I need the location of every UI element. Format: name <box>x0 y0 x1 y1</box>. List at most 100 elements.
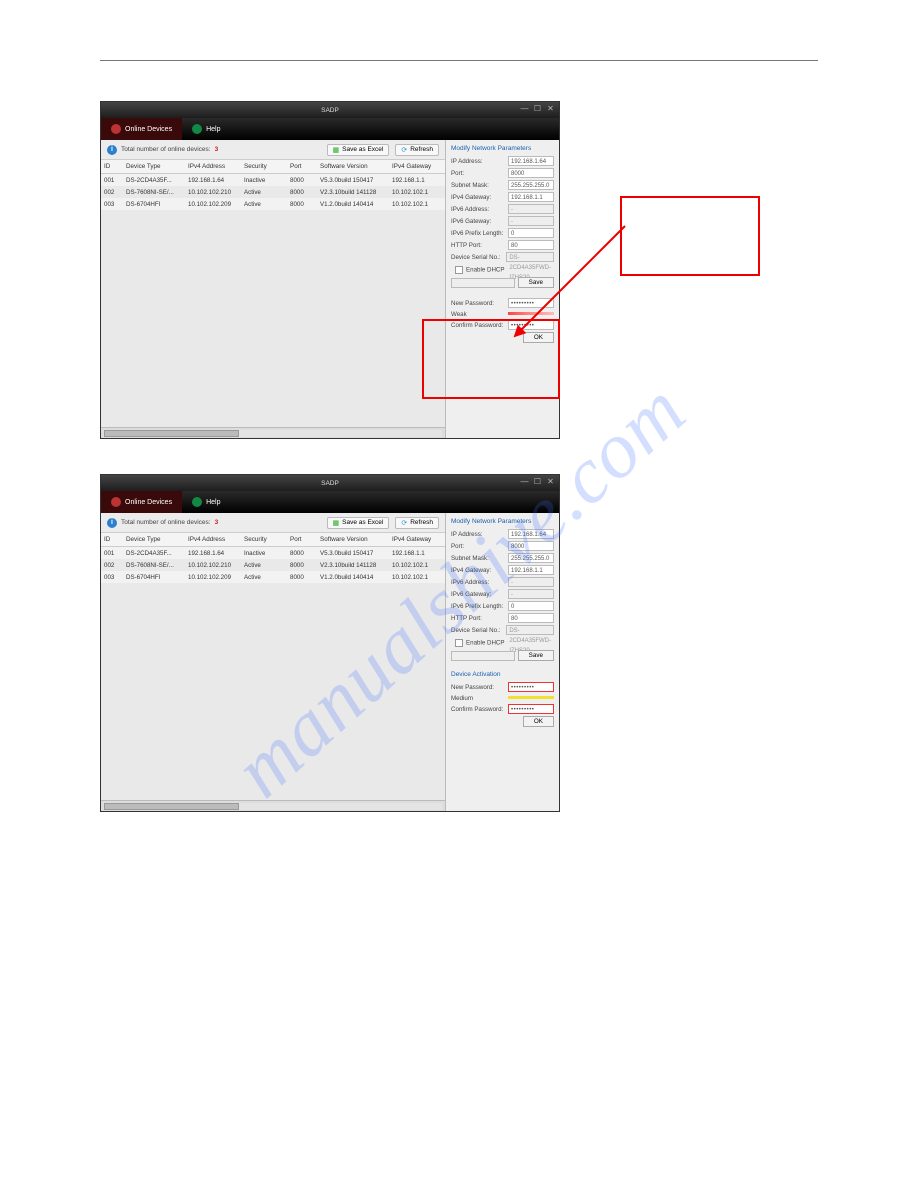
scroll-thumb[interactable] <box>104 803 239 810</box>
save-as-excel-button[interactable]: ▦ Save as Excel <box>327 517 390 529</box>
device-activation-section: Device Activation New Password:•••••••••… <box>451 671 554 727</box>
col-gw[interactable]: IPv4 Gateway <box>389 536 445 543</box>
horizontal-scrollbar[interactable] <box>101 427 445 438</box>
table-header: ID Device Type IPv4 Address Security Por… <box>101 533 445 547</box>
maximize-icon[interactable]: ☐ <box>533 104 542 113</box>
col-type[interactable]: Device Type <box>123 163 185 170</box>
help-icon <box>192 497 202 507</box>
device-list-pane: i Total number of online devices: 3 ▦ Sa… <box>101 513 446 811</box>
col-sec[interactable]: Security <box>241 163 287 170</box>
refresh-button[interactable]: ⟳ Refresh <box>395 517 439 529</box>
ipv6-gateway-input[interactable]: - <box>508 589 554 599</box>
col-port[interactable]: Port <box>287 163 317 170</box>
annotation-callout-box <box>620 196 760 276</box>
horizontal-scrollbar[interactable] <box>101 800 445 811</box>
new-password-input[interactable]: ••••••••• <box>508 298 554 308</box>
device-count: 3 <box>215 519 219 526</box>
http-port-input[interactable]: 80 <box>508 613 554 623</box>
new-password-input[interactable]: ••••••••• <box>508 682 554 692</box>
side-title: Modify Network Parameters <box>451 145 554 152</box>
ipv6-gateway-input[interactable]: - <box>508 216 554 226</box>
tab-online-devices[interactable]: Online Devices <box>101 118 182 140</box>
ipv6-input[interactable]: - <box>508 204 554 214</box>
table-row[interactable]: 003 DS-6704HFI 10.102.102.209 Active 800… <box>101 571 445 583</box>
ipv6-input[interactable]: - <box>508 577 554 587</box>
side-title: Modify Network Parameters <box>451 518 554 525</box>
confirm-password-input[interactable]: ••••••••• <box>508 320 554 330</box>
close-icon[interactable]: ✕ <box>546 477 555 486</box>
strength-label: Medium <box>451 695 505 702</box>
ipv6-prefix-input[interactable]: 0 <box>508 228 554 238</box>
network-params-pane: Modify Network Parameters IP Address:192… <box>446 513 559 811</box>
ipv6-prefix-input[interactable]: 0 <box>508 601 554 611</box>
port-input[interactable]: 8000 <box>508 168 554 178</box>
minimize-icon[interactable]: — <box>520 477 529 486</box>
table-row[interactable]: 002 DS-7608NI-SE/... 10.102.102.210 Acti… <box>101 186 445 198</box>
subnet-input[interactable]: 255.255.255.0 <box>508 553 554 563</box>
confirm-password-input[interactable]: ••••••••• <box>508 704 554 714</box>
tab-bar: Online Devices Help <box>101 118 559 140</box>
tab-bar: Online Devices Help <box>101 491 559 513</box>
tab-help[interactable]: Help <box>182 118 230 140</box>
tab-online-devices[interactable]: Online Devices <box>101 491 182 513</box>
help-icon <box>192 124 202 134</box>
ip-input[interactable]: 192.168.1.64 <box>508 156 554 166</box>
sadp-window: SADP — ☐ ✕ Online Devices Help i <box>100 474 560 812</box>
button-label: Refresh <box>410 519 433 526</box>
col-sec[interactable]: Security <box>241 536 287 543</box>
password-input[interactable] <box>451 278 515 288</box>
password-input[interactable] <box>451 651 515 661</box>
table-row[interactable]: 001 DS-2CD4A35F... 192.168.1.64 Inactive… <box>101 547 445 559</box>
page-rule <box>100 60 818 61</box>
info-icon: i <box>107 518 117 528</box>
col-type[interactable]: Device Type <box>123 536 185 543</box>
tab-help[interactable]: Help <box>182 491 230 513</box>
window-title: SADP <box>321 480 339 487</box>
serial-input: DS-2CD4A35FWD-IZHS20 <box>506 625 554 635</box>
scroll-thumb[interactable] <box>104 430 239 437</box>
gateway-input[interactable]: 192.168.1.1 <box>508 565 554 575</box>
tab-label: Help <box>206 499 220 506</box>
button-label: Refresh <box>410 146 433 153</box>
subnet-input[interactable]: 255.255.255.0 <box>508 180 554 190</box>
http-port-input[interactable]: 80 <box>508 240 554 250</box>
refresh-button[interactable]: ⟳ Refresh <box>395 144 439 156</box>
excel-icon: ▦ <box>333 146 340 154</box>
col-id[interactable]: ID <box>101 163 123 170</box>
col-port[interactable]: Port <box>287 536 317 543</box>
network-params-pane: Modify Network Parameters IP Address:192… <box>446 140 559 438</box>
table-row[interactable]: 002 DS-7608NI-SE/... 10.102.102.210 Acti… <box>101 559 445 571</box>
col-gw[interactable]: IPv4 Gateway <box>389 163 445 170</box>
activation-title: Device Activation <box>451 671 554 678</box>
ip-input[interactable]: 192.168.1.64 <box>508 529 554 539</box>
save-button[interactable]: Save <box>518 650 554 661</box>
port-input[interactable]: 8000 <box>508 541 554 551</box>
col-sv[interactable]: Software Version <box>317 536 389 543</box>
save-button[interactable]: Save <box>518 277 554 288</box>
ok-button[interactable]: OK <box>523 332 554 343</box>
table-header: ID Device Type IPv4 Address Security Por… <box>101 160 445 174</box>
close-icon[interactable]: ✕ <box>546 104 555 113</box>
ok-button[interactable]: OK <box>523 716 554 727</box>
sadp-window: SADP — ☐ ✕ Online Devices Help <box>100 101 560 439</box>
tab-label: Online Devices <box>125 126 172 133</box>
table-row[interactable]: 003 DS-6704HFI 10.102.102.209 Active 800… <box>101 198 445 210</box>
devices-icon <box>111 497 121 507</box>
device-count-label: Total number of online devices: <box>121 519 211 526</box>
minimize-icon[interactable]: — <box>520 104 529 113</box>
col-ip[interactable]: IPv4 Address <box>185 536 241 543</box>
refresh-icon: ⟳ <box>401 146 407 154</box>
maximize-icon[interactable]: ☐ <box>533 477 542 486</box>
table-row[interactable]: 001 DS-2CD4A35F... 192.168.1.64 Inactive… <box>101 174 445 186</box>
window-titlebar: SADP — ☐ ✕ <box>101 475 559 491</box>
save-as-excel-button[interactable]: ▦ Save as Excel <box>327 144 390 156</box>
col-sv[interactable]: Software Version <box>317 163 389 170</box>
button-label: Save as Excel <box>342 146 383 153</box>
col-id[interactable]: ID <box>101 536 123 543</box>
col-ip[interactable]: IPv4 Address <box>185 163 241 170</box>
gateway-input[interactable]: 192.168.1.1 <box>508 192 554 202</box>
tab-label: Online Devices <box>125 499 172 506</box>
window-titlebar: SADP — ☐ ✕ <box>101 102 559 118</box>
info-icon: i <box>107 145 117 155</box>
window-title: SADP <box>321 107 339 114</box>
